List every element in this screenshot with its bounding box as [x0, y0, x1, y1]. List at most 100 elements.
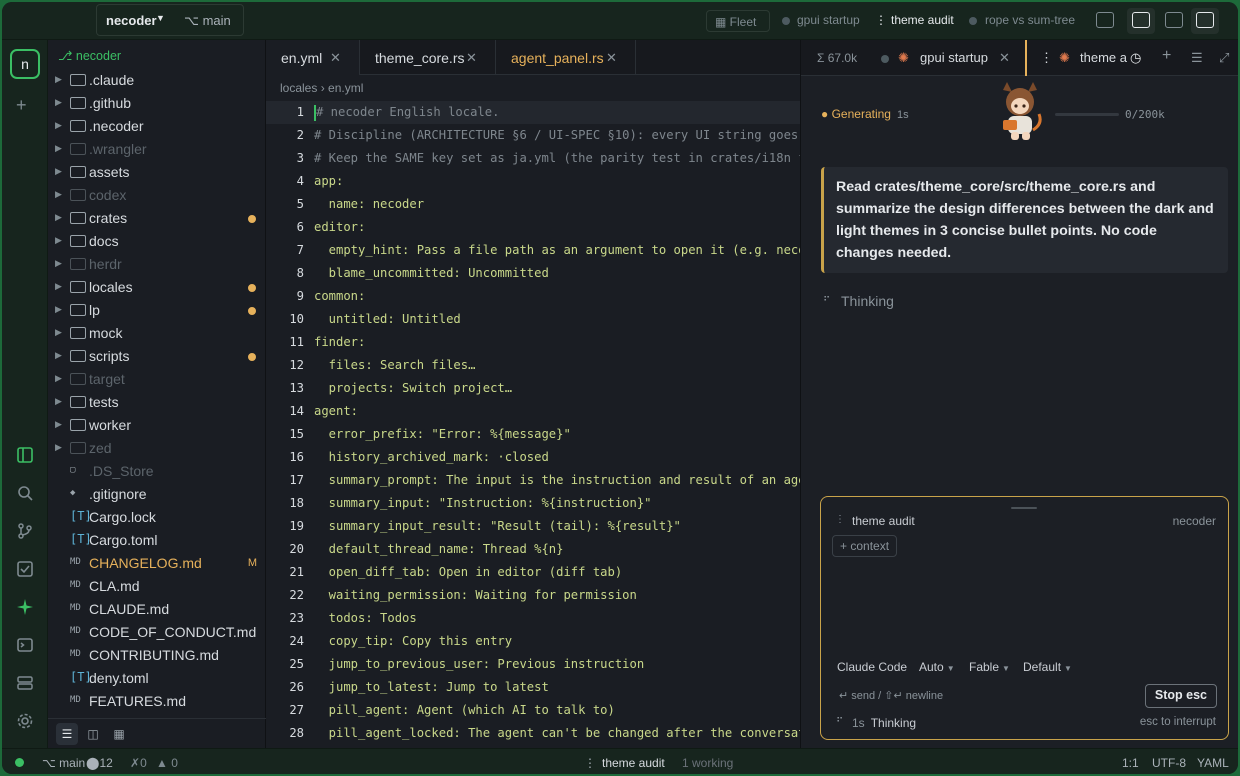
- git-changes-status[interactable]: ⬤12: [86, 756, 113, 770]
- stop-button[interactable]: Stop esc: [1144, 684, 1217, 708]
- close-icon[interactable]: ✕: [466, 50, 477, 66]
- line-text: open_diff_tab: Open in editor (diff tab): [314, 561, 623, 584]
- fleet-button[interactable]: ▦ Fleet: [706, 10, 770, 32]
- tree-file[interactable]: MD CLAUDE.md: [48, 598, 266, 621]
- agent-sparkle-icon[interactable]: [16, 598, 34, 616]
- close-icon[interactable]: ✕: [999, 50, 1010, 66]
- git-branch-status[interactable]: ⌥ main: [42, 756, 85, 770]
- tree-folder[interactable]: ▶ docs: [48, 230, 266, 253]
- sidebar-left-icon: [1132, 12, 1150, 28]
- tree-file[interactable]: MD CLA.md: [48, 575, 266, 598]
- close-icon[interactable]: ✕: [606, 50, 617, 66]
- tree-folder[interactable]: ▶ .claude: [48, 69, 266, 92]
- agent-selector[interactable]: Claude Code: [837, 660, 907, 674]
- tree-file[interactable]: [T] Cargo.lock: [48, 506, 266, 529]
- tree-folder[interactable]: ▶ herdr: [48, 253, 266, 276]
- app-window: necoder ▼ ⌥ main ▦ Fleet gpui startup ⋮ …: [2, 2, 1238, 774]
- git-branch-icon[interactable]: [16, 522, 34, 540]
- model-selector[interactable]: Fable ▼: [969, 660, 1010, 674]
- effort-selector[interactable]: Default ▼: [1023, 660, 1072, 674]
- tree-file[interactable]: [T] deny.toml: [48, 667, 266, 690]
- thread-menu-icon[interactable]: ⋮: [584, 756, 596, 770]
- add-context-button[interactable]: + context: [832, 535, 898, 557]
- add-workspace-icon[interactable]: +: [16, 95, 34, 115]
- workspace-avatar[interactable]: n: [10, 49, 40, 79]
- thread-menu-icon[interactable]: ⋮: [1040, 50, 1053, 66]
- agent-tab-gpui[interactable]: gpui startup: [920, 50, 988, 65]
- tree-file[interactable]: MD CONTRIBUTING.md: [48, 644, 266, 667]
- modified-dot: [248, 284, 256, 292]
- thread-chip-theme[interactable]: theme audit: [891, 13, 954, 27]
- tab-agent-panel[interactable]: agent_panel.rs ✕: [496, 40, 636, 75]
- layout-stack-icon[interactable]: [1096, 12, 1114, 28]
- tree-folder[interactable]: ▶ zed: [48, 437, 266, 460]
- tree-file[interactable]: [T] Cargo.toml: [48, 529, 266, 552]
- active-thread[interactable]: theme audit: [602, 756, 665, 770]
- project-name[interactable]: necoder: [106, 13, 157, 28]
- chevron-right-icon: ▶: [55, 258, 62, 268]
- tree-folder[interactable]: ▶ lp: [48, 299, 266, 322]
- search-icon[interactable]: [16, 484, 34, 502]
- message-composer[interactable]: ⋮ theme audit necoder + context Claude C…: [820, 496, 1229, 740]
- error-count[interactable]: ✗0: [130, 756, 147, 770]
- resize-grip[interactable]: [1011, 507, 1037, 509]
- thread-list-icon[interactable]: ☰: [1191, 50, 1203, 66]
- tree-file[interactable]: MD CHANGELOG.md M: [48, 552, 266, 575]
- tree-file[interactable]: MD FEATURES.md: [48, 690, 266, 713]
- cursor-position[interactable]: 1:1: [1122, 756, 1139, 770]
- chevron-right-icon: ▶: [55, 373, 62, 383]
- close-icon[interactable]: ✕: [330, 50, 341, 66]
- claude-logo-icon: ✺: [1059, 50, 1070, 65]
- md-file-icon: MD: [70, 626, 81, 636]
- expand-icon[interactable]: ⤢: [1219, 50, 1229, 66]
- tab-en-yml[interactable]: en.yml ✕: [266, 40, 360, 75]
- tree-folder[interactable]: ▶ worker: [48, 414, 266, 437]
- composer-status: 1s Thinking: [852, 716, 916, 730]
- warning-count[interactable]: ▲ 0: [156, 756, 178, 770]
- grid-view-icon[interactable]: ▦: [108, 723, 130, 745]
- tree-folder[interactable]: ▶ scripts: [48, 345, 266, 368]
- settings-gear-icon[interactable]: [16, 712, 34, 730]
- columns-view-icon[interactable]: ◫: [82, 723, 104, 745]
- thread-menu-icon[interactable]: ⋮: [835, 514, 845, 525]
- tree-item-label: .claude: [89, 72, 135, 88]
- explorer-root[interactable]: ⎇ necoder: [58, 48, 121, 63]
- tree-folder[interactable]: ▶ target: [48, 368, 266, 391]
- code-view[interactable]: 1 # necoder English locale. 2 # Discipline …: [266, 101, 800, 748]
- line-number: 2: [296, 128, 304, 142]
- tab-theme-core[interactable]: theme_core.rs ✕: [360, 40, 496, 75]
- tasks-icon[interactable]: [16, 560, 34, 578]
- tree-item-label: crates: [89, 210, 128, 226]
- tree-folder[interactable]: ▶ .wrangler: [48, 138, 266, 161]
- tree-folder[interactable]: ▶ assets: [48, 161, 266, 184]
- panel-bottom-icon[interactable]: [1165, 12, 1183, 28]
- tree-folder[interactable]: ▶ .necoder: [48, 115, 266, 138]
- md-file-icon: MD: [70, 557, 81, 567]
- thread-chip-rope[interactable]: rope vs sum-tree: [985, 13, 1075, 27]
- code-line: 26 jump_to_latest: Jump to latest: [266, 676, 800, 699]
- language-mode[interactable]: YAML: [1197, 756, 1229, 770]
- tree-file[interactable]: ▢ .DS_Store: [48, 460, 266, 483]
- tree-folder[interactable]: ▶ mock: [48, 322, 266, 345]
- tree-folder[interactable]: ▶ codex: [48, 184, 266, 207]
- breadcrumb[interactable]: locales › en.yml: [280, 81, 363, 95]
- agent-tab-theme[interactable]: theme a: [1080, 50, 1127, 65]
- history-clock-icon[interactable]: ◷: [1130, 50, 1141, 66]
- folder-icon: [70, 212, 86, 224]
- new-thread-icon[interactable]: +: [1162, 47, 1171, 65]
- tree-folder[interactable]: ▶ .github: [48, 92, 266, 115]
- tree-folder[interactable]: ▶ crates: [48, 207, 266, 230]
- file-encoding[interactable]: UTF-8: [1152, 756, 1186, 770]
- tree-file[interactable]: MD CODE_OF_CONDUCT.md: [48, 621, 266, 644]
- thread-chip-gpui[interactable]: gpui startup: [797, 13, 860, 27]
- list-view-icon[interactable]: ☰: [56, 723, 78, 745]
- branch-indicator[interactable]: ⌥ main: [184, 13, 231, 29]
- explorer-icon[interactable]: [16, 446, 34, 464]
- tree-file[interactable]: ◆ .gitignore: [48, 483, 266, 506]
- tree-folder[interactable]: ▶ locales: [48, 276, 266, 299]
- tree-folder[interactable]: ▶ tests: [48, 391, 266, 414]
- server-icon[interactable]: [16, 674, 34, 692]
- terminal-icon[interactable]: [16, 636, 34, 654]
- line-text: common:: [314, 285, 365, 308]
- mode-selector[interactable]: Auto ▼: [919, 660, 955, 674]
